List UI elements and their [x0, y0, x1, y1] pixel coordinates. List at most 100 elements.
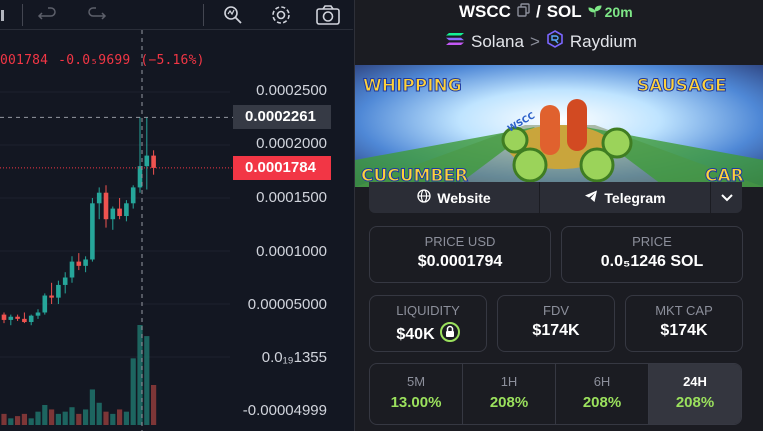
volume-bar — [130, 358, 136, 425]
candle-body — [103, 192, 109, 220]
tab-label: 6H — [593, 374, 611, 389]
price-usd-card: PRICE USD $0.0001794 — [369, 226, 551, 283]
volume-bar — [49, 409, 55, 425]
tab-label: 24H — [683, 374, 707, 389]
website-button[interactable]: Website — [369, 182, 540, 213]
candle-body — [49, 295, 54, 298]
candle-body — [96, 192, 102, 204]
price-chart-panel[interactable]: 001784 -0.0₅9699 (−5.16%) 0.0002500 0.0002… — [0, 0, 353, 431]
pair-title: WSCC / SOL 20m — [459, 2, 633, 22]
tab-change-value: 208% — [582, 394, 622, 411]
candle-body — [110, 208, 116, 220]
candle-body — [56, 284, 61, 298]
candle-body — [42, 295, 48, 313]
token-banner-image: WSCC WHIPPING SAUSAGE CUCUMBER CAR — [355, 65, 763, 187]
tab-24h[interactable]: 24H 208% — [649, 364, 741, 424]
tab-change-value: 208% — [489, 394, 529, 411]
pair-age-badge: 20m — [588, 4, 633, 21]
volume-bar — [62, 411, 68, 425]
y-axis-tick: 0.0002000 — [256, 135, 327, 152]
redo-icon[interactable] — [84, 2, 110, 28]
price-sol-card: PRICE 0.0₅1246 SOL — [561, 226, 743, 283]
volume-bar — [35, 411, 41, 425]
liquidity-card: LIQUIDITY $40K — [369, 295, 487, 352]
y-axis-tick: -0.00004999 — [242, 402, 327, 419]
solana-icon — [445, 31, 465, 52]
dex-link[interactable]: Raydium — [570, 32, 637, 52]
volume-bar — [42, 405, 48, 425]
candle-body — [130, 187, 136, 204]
quote-symbol: SOL — [546, 2, 582, 21]
tab-6h[interactable]: 6H 208% — [556, 364, 649, 424]
candle-body — [69, 261, 75, 278]
candle-body — [1, 314, 7, 320]
liquidity-row: $40K — [370, 322, 486, 347]
breadcrumb-separator: > — [529, 31, 540, 51]
tab-change-value: 208% — [675, 394, 715, 411]
camera-icon[interactable] — [315, 2, 341, 28]
y-axis-tick: 0.0₁₉1355 — [261, 349, 327, 366]
base-symbol: WSCC — [459, 2, 511, 21]
volume-bar — [8, 418, 14, 425]
magnifier-icon[interactable] — [220, 2, 246, 28]
candle-body — [35, 312, 41, 316]
tab-label: 1H — [500, 374, 518, 389]
y-axis-tick: 0.0002500 — [256, 82, 327, 99]
chevron-down-icon — [720, 190, 734, 206]
pair-info-panel: WSCC / SOL 20m Solana > Raydium WSCC WHI… — [354, 0, 763, 431]
pair-header: WSCC / SOL 20m Solana > Raydium — [355, 0, 763, 64]
sprout-icon — [588, 4, 602, 21]
fdv-card: FDV $174K — [497, 295, 615, 352]
more-links-button[interactable] — [711, 182, 742, 213]
volume-bar — [89, 389, 95, 425]
volume-bar — [69, 407, 75, 425]
price-usd-label: PRICE USD — [424, 234, 496, 249]
tab-label: 5M — [406, 374, 426, 389]
settings-icon[interactable] — [268, 2, 294, 28]
volume-bar — [83, 409, 89, 425]
candle-body — [151, 155, 156, 168]
volume-bar — [96, 402, 102, 425]
copy-icon[interactable] — [517, 2, 530, 22]
website-label: Website — [437, 189, 491, 206]
pair-slash: / — [535, 2, 541, 21]
chart-toolbar — [0, 0, 353, 30]
y-axis-tick: 0.0001000 — [256, 243, 327, 260]
chain-breadcrumb: Solana > Raydium — [445, 30, 637, 53]
fdv-label: FDV — [543, 303, 569, 318]
volume-bar — [15, 416, 21, 425]
volume-bar — [110, 413, 116, 425]
market-cap-card: MKT CAP $174K — [625, 295, 743, 352]
tab-1h[interactable]: 1H 208% — [463, 364, 556, 424]
liquidity-value: $40K — [396, 325, 435, 343]
raydium-icon — [546, 30, 564, 53]
candle-body — [15, 316, 20, 319]
volume-bar — [144, 336, 150, 425]
candle-body — [62, 277, 68, 285]
bar-chart-icon[interactable] — [0, 2, 20, 28]
candle-body — [22, 318, 27, 323]
volume-bar — [76, 413, 82, 425]
volume-bar — [28, 418, 34, 425]
toolbar-divider — [203, 4, 204, 26]
banner-text: WHIPPING — [363, 76, 462, 96]
volume-bar — [117, 409, 123, 425]
candle-body — [124, 203, 129, 217]
toolbar-divider — [22, 4, 23, 26]
timeframe-change-tabs: 5M 13.00% 1H 208% 6H 208% 24H 208% — [369, 363, 742, 425]
undo-icon[interactable] — [34, 2, 60, 28]
volume-bar — [55, 413, 61, 425]
lock-icon[interactable] — [439, 322, 460, 347]
telegram-button[interactable]: Telegram — [540, 182, 711, 213]
candle-body — [90, 203, 95, 260]
telegram-label: Telegram — [604, 189, 666, 206]
market-cap-value: $174K — [660, 322, 708, 339]
tab-5m[interactable]: 5M 13.00% — [370, 364, 463, 424]
chain-link[interactable]: Solana — [471, 32, 524, 52]
liquidity-label: LIQUIDITY — [396, 303, 460, 318]
volume-bar — [123, 411, 129, 425]
candle-body — [28, 315, 34, 323]
candle-body — [83, 259, 88, 266]
crosshair-price-tag: 0.0002261 — [233, 105, 331, 129]
fdv-value: $174K — [532, 322, 580, 339]
